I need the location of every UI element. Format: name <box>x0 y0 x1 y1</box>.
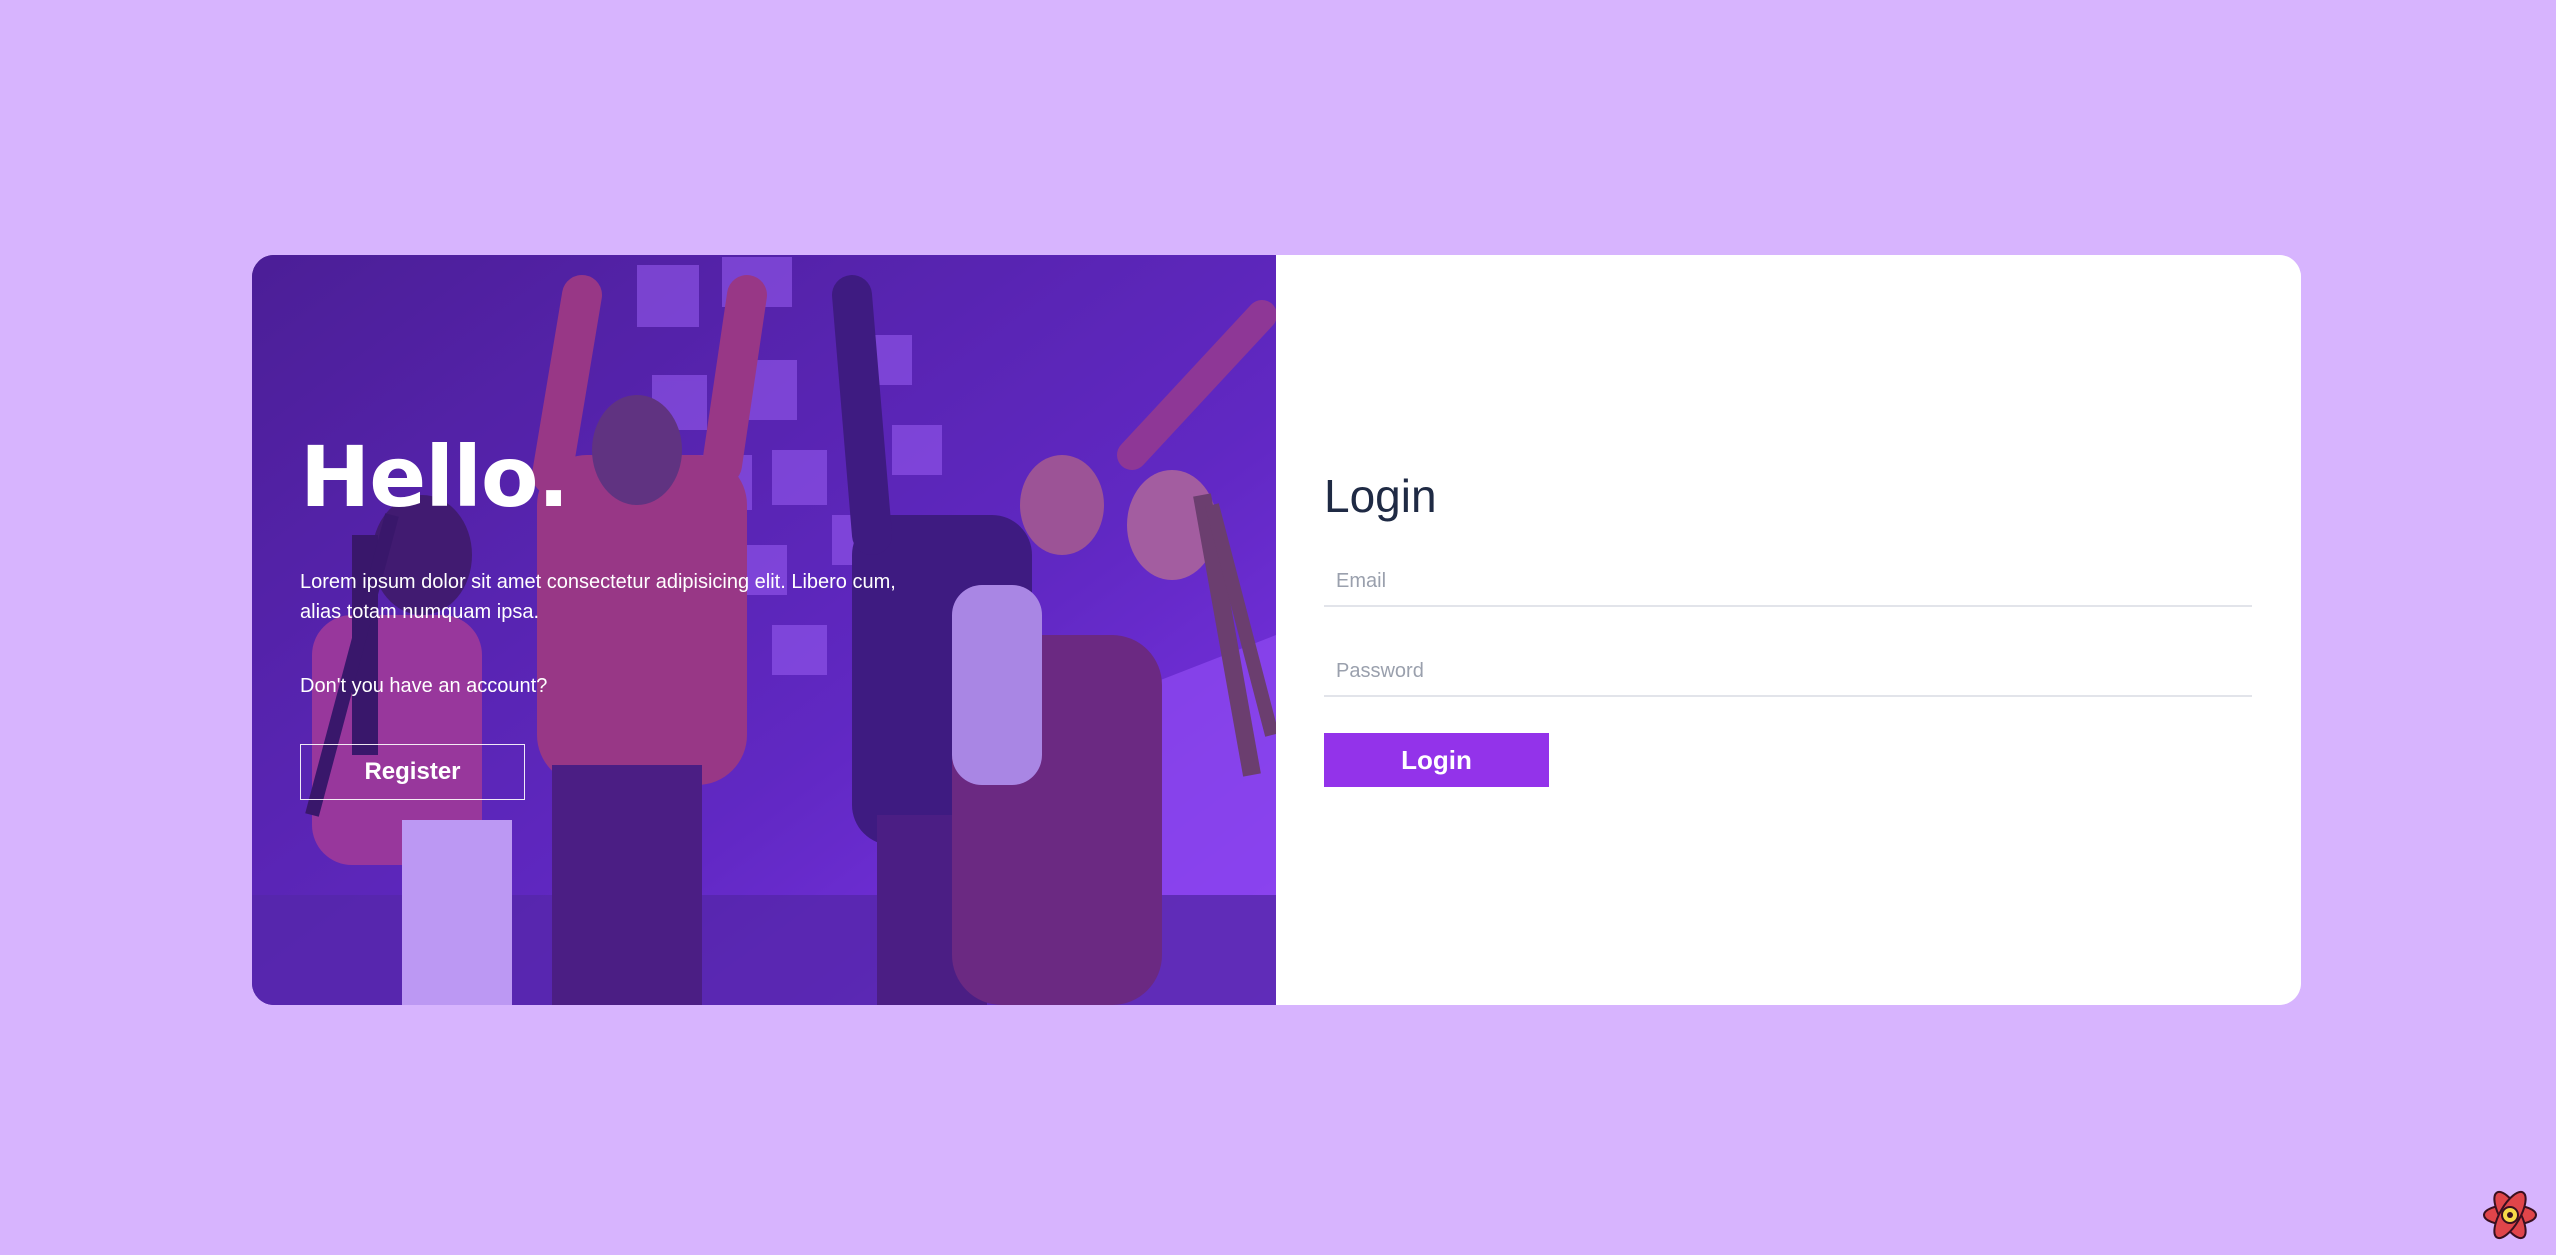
account-question: Don't you have an account? <box>300 675 548 697</box>
login-panel: Login Login <box>1276 255 2301 1005</box>
login-button[interactable]: Login <box>1324 733 1549 787</box>
hero-title: Hello. <box>300 428 569 526</box>
password-field[interactable] <box>1324 647 2252 697</box>
login-form: Login Login <box>1324 469 2252 787</box>
register-button[interactable]: Register <box>300 744 525 800</box>
email-field[interactable] <box>1324 557 2252 607</box>
react-devtools-icon[interactable] <box>2480 1185 2540 1245</box>
hero-panel: Hello. Lorem ipsum dolor sit amet consec… <box>252 255 1276 1005</box>
auth-card: Hello. Lorem ipsum dolor sit amet consec… <box>252 255 2301 1005</box>
hero-description: Lorem ipsum dolor sit amet consectetur a… <box>300 571 896 623</box>
hero-content: Hello. Lorem ipsum dolor sit amet consec… <box>300 435 900 800</box>
login-title: Login <box>1324 470 1437 522</box>
